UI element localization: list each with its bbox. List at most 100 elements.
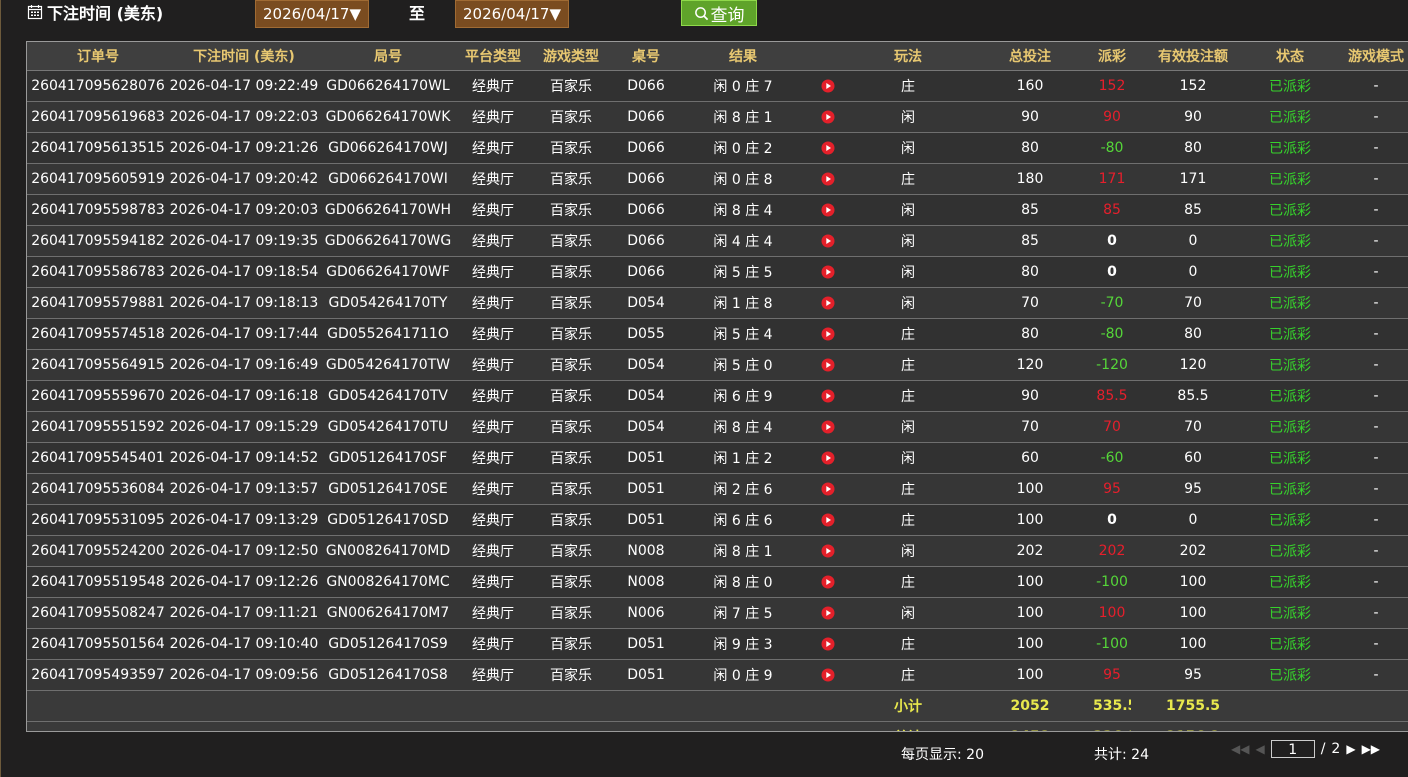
platform-cell: 经典厅	[457, 349, 529, 381]
game-mode-cell: -	[1325, 380, 1408, 412]
filter-bar: 下注时间 (美东) 2026/04/17▼ 至 2026/04/17▼ 查询	[1, 0, 1408, 40]
table-row: 260417095531095 2026-04-17 09:13:29 GD0512…	[27, 504, 1408, 536]
play-video-icon[interactable]	[821, 606, 835, 620]
replay-cell[interactable]	[807, 256, 849, 288]
play-video-icon[interactable]	[821, 513, 835, 527]
replay-cell[interactable]	[807, 70, 849, 102]
play-video-icon[interactable]	[821, 296, 835, 310]
game-type-cell: 百家乐	[529, 411, 613, 443]
play-video-icon[interactable]	[821, 172, 835, 186]
replay-cell[interactable]	[807, 132, 849, 164]
replay-cell[interactable]	[807, 473, 849, 505]
play-video-icon[interactable]	[821, 389, 835, 403]
play-video-icon[interactable]	[821, 327, 835, 341]
total-bet-cell: 100	[967, 504, 1093, 536]
order-id-cell: 260417095613515	[27, 132, 169, 164]
game-mode-cell: -	[1325, 287, 1408, 319]
play-video-icon[interactable]	[821, 79, 835, 93]
order-id-cell: 260417095574518	[27, 318, 169, 350]
table-id-cell: N006	[613, 597, 679, 629]
play-video-icon[interactable]	[821, 110, 835, 124]
status-cell: 已派彩	[1255, 442, 1325, 474]
prev-page-icon[interactable]: ◀︎	[1255, 742, 1264, 756]
bet-records-table: 订单号 下注时间 (美东) 局号 平台类型 游戏类型 桌号 结果 玩法 总投注 …	[26, 41, 1408, 732]
total-bet-cell: 70	[967, 287, 1093, 319]
date-to-select[interactable]: 2026/04/17▼	[455, 0, 569, 28]
replay-cell[interactable]	[807, 287, 849, 319]
replay-cell[interactable]	[807, 442, 849, 474]
valid-bet-cell: 85	[1131, 194, 1255, 226]
next-page-icon[interactable]: ▶︎	[1346, 742, 1355, 756]
game-type-cell: 百家乐	[529, 659, 613, 691]
replay-cell[interactable]	[807, 566, 849, 598]
replay-cell[interactable]	[807, 101, 849, 133]
replay-cell[interactable]	[807, 318, 849, 350]
status-cell: 已派彩	[1255, 132, 1325, 164]
total-bet-cell: 100	[967, 566, 1093, 598]
replay-cell[interactable]	[807, 659, 849, 691]
game-type-cell: 百家乐	[529, 318, 613, 350]
replay-cell[interactable]	[807, 349, 849, 381]
result-cell: 闲 0 庄 8	[679, 163, 807, 195]
play-video-icon[interactable]	[821, 203, 835, 217]
platform-cell: 经典厅	[457, 504, 529, 536]
valid-bet-cell: 100	[1131, 597, 1255, 629]
replay-cell[interactable]	[807, 225, 849, 257]
payout-cell: 0	[1093, 256, 1131, 288]
date-from-select[interactable]: 2026/04/17▼	[255, 0, 369, 28]
replay-cell[interactable]	[807, 628, 849, 660]
valid-bet-cell: 202	[1131, 535, 1255, 567]
replay-cell[interactable]	[807, 411, 849, 443]
replay-cell[interactable]	[807, 504, 849, 536]
round-id-cell: GD051264170SF	[319, 442, 457, 474]
replay-cell[interactable]	[807, 597, 849, 629]
order-id-cell: 260417095594182	[27, 225, 169, 257]
platform-cell: 经典厅	[457, 194, 529, 226]
query-button[interactable]: 查询	[681, 0, 757, 26]
col-header: 游戏模式	[1325, 42, 1408, 71]
play-video-icon[interactable]	[821, 420, 835, 434]
replay-cell[interactable]	[807, 535, 849, 567]
play-video-icon[interactable]	[821, 265, 835, 279]
play-video-icon[interactable]	[821, 141, 835, 155]
valid-bet-cell: 0	[1131, 256, 1255, 288]
replay-cell[interactable]	[807, 380, 849, 412]
platform-cell: 经典厅	[457, 132, 529, 164]
game-type-cell: 百家乐	[529, 132, 613, 164]
play-video-icon[interactable]	[821, 358, 835, 372]
subtotal-row-valid: 1755.5	[1131, 690, 1255, 722]
payout-cell: 171	[1093, 163, 1131, 195]
payout-cell: 85	[1093, 194, 1131, 226]
to-label: 至	[409, 4, 426, 23]
query-button-label: 查询	[710, 5, 745, 26]
round-id-cell: GD051264170SD	[319, 504, 457, 536]
total-bet-cell: 80	[967, 132, 1093, 164]
first-page-icon[interactable]: ◀︎◀︎	[1231, 742, 1249, 756]
page-number-input[interactable]: 1	[1270, 740, 1315, 758]
play-video-icon[interactable]	[821, 451, 835, 465]
replay-cell[interactable]	[807, 194, 849, 226]
order-id-cell: 260417095628076	[27, 70, 169, 102]
valid-bet-cell: 80	[1131, 318, 1255, 350]
play-video-icon[interactable]	[821, 482, 835, 496]
round-id-cell: GD0552641711O	[319, 318, 457, 350]
play-video-icon[interactable]	[821, 234, 835, 248]
payout-cell: 100	[1093, 597, 1131, 629]
order-id-cell: 260417095536084	[27, 473, 169, 505]
search-icon	[694, 6, 708, 20]
last-page-icon[interactable]: ▶︎▶︎	[1362, 742, 1380, 756]
valid-bet-cell: 95	[1131, 473, 1255, 505]
result-cell: 闲 8 庄 1	[679, 101, 807, 133]
table-row: 260417095605919 2026-04-17 09:20:42 GD0662…	[27, 163, 1408, 195]
bet-time-cell: 2026-04-17 09:22:03	[169, 101, 319, 133]
game-type-cell: 百家乐	[529, 535, 613, 567]
play-video-icon[interactable]	[821, 575, 835, 589]
play-video-icon[interactable]	[821, 544, 835, 558]
bet-time-cell: 2026-04-17 09:19:35	[169, 225, 319, 257]
play-video-icon[interactable]	[821, 637, 835, 651]
table-row: 260417095619683 2026-04-17 09:22:03 GD0662…	[27, 101, 1408, 133]
play-video-icon[interactable]	[821, 668, 835, 682]
replay-cell[interactable]	[807, 163, 849, 195]
grand-total-row-valid: 2156.2	[1131, 721, 1255, 731]
table-row: 260417095501564 2026-04-17 09:10:40 GD0512…	[27, 628, 1408, 660]
